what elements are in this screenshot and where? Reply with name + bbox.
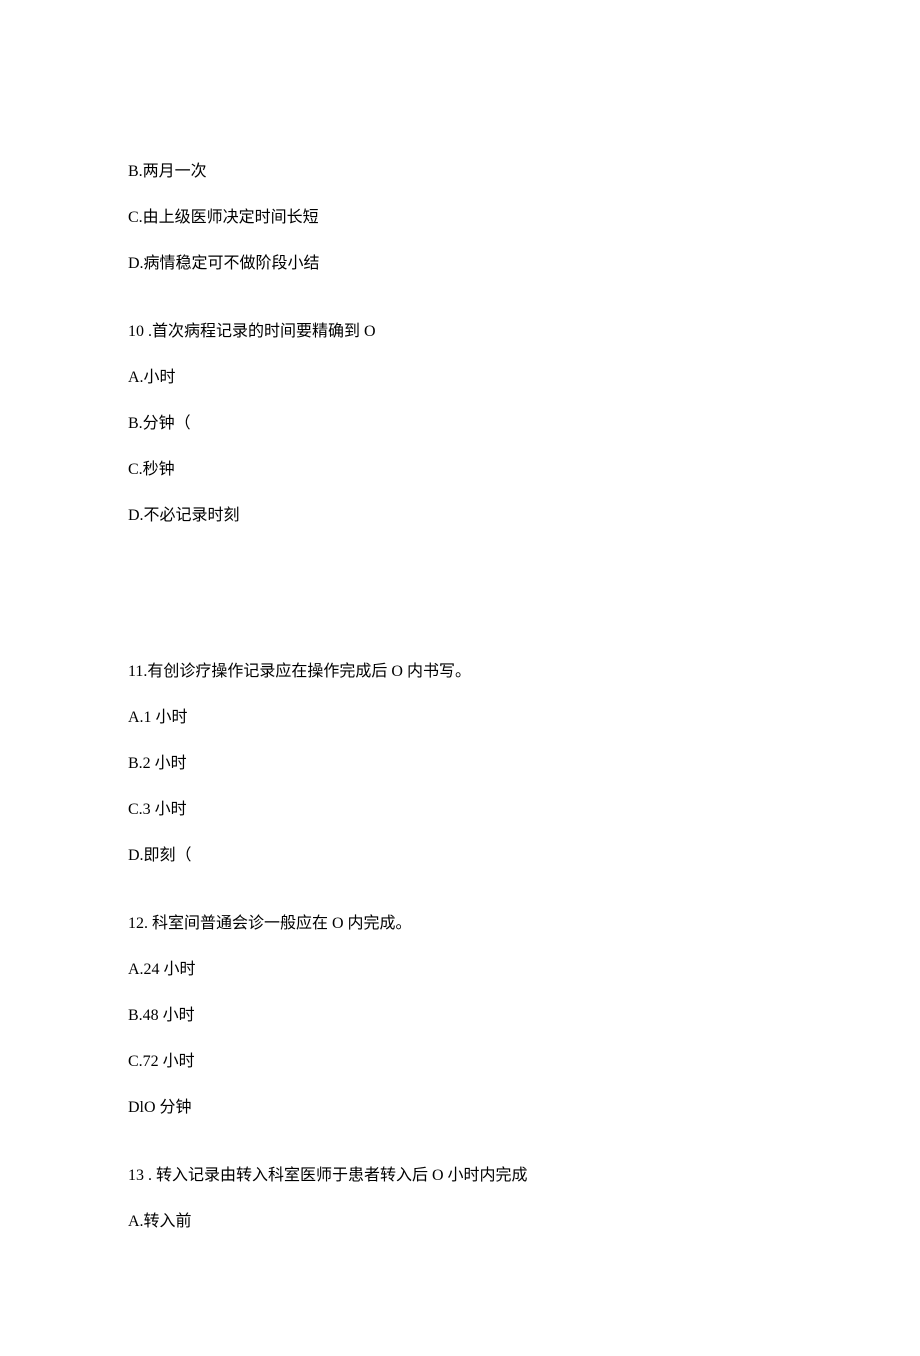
spacer	[128, 550, 792, 660]
option-text: B.分钟（	[128, 412, 792, 436]
option-text: B.两月一次	[128, 160, 792, 184]
question-text: 10 .首次病程记录的时间要精确到 O	[128, 320, 792, 344]
option-text: A.转入前	[128, 1210, 792, 1234]
option-text: A.1 小时	[128, 706, 792, 730]
option-text: D.病情稳定可不做阶段小结	[128, 252, 792, 276]
option-text: DlO 分钟	[128, 1096, 792, 1120]
question-text: 11.有创诊疗操作记录应在操作完成后 O 内书写。	[128, 660, 792, 684]
option-text: D.即刻（	[128, 844, 792, 868]
option-text: C.3 小时	[128, 798, 792, 822]
option-text: D.不必记录时刻	[128, 504, 792, 528]
document-page: B.两月一次 C.由上级医师决定时间长短 D.病情稳定可不做阶段小结 10 .首…	[0, 0, 920, 1356]
question-text: 13 . 转入记录由转入科室医师于患者转入后 O 小时内完成	[128, 1164, 792, 1188]
option-text: A.小时	[128, 366, 792, 390]
spacer	[128, 1142, 792, 1164]
spacer	[128, 890, 792, 912]
option-text: B.48 小时	[128, 1004, 792, 1028]
option-text: C.秒钟	[128, 458, 792, 482]
spacer	[128, 298, 792, 320]
option-text: C.由上级医师决定时间长短	[128, 206, 792, 230]
question-text: 12. 科室间普通会诊一般应在 O 内完成。	[128, 912, 792, 936]
option-text: B.2 小时	[128, 752, 792, 776]
option-text: A.24 小时	[128, 958, 792, 982]
option-text: C.72 小时	[128, 1050, 792, 1074]
